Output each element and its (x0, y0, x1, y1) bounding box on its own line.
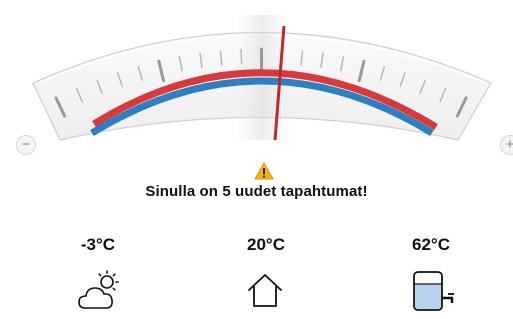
weather-icon[interactable] (77, 270, 123, 312)
gauge-tick (240, 48, 243, 65)
house-icon[interactable] (245, 270, 285, 310)
outdoor-temperature: -3°C (80, 235, 116, 254)
indoor-temperature: 20°C (247, 235, 285, 254)
hot-water-temperature: 62°C (412, 235, 450, 254)
warning-icon (254, 162, 274, 180)
decrease-button[interactable]: − (16, 135, 36, 155)
water-tank-icon[interactable] (410, 270, 460, 314)
notification-message[interactable]: Sinulla on 5 uudet tapahtumat! (0, 183, 513, 200)
increase-button[interactable]: + (500, 135, 513, 155)
heat-curve-gauge (32, 15, 492, 141)
